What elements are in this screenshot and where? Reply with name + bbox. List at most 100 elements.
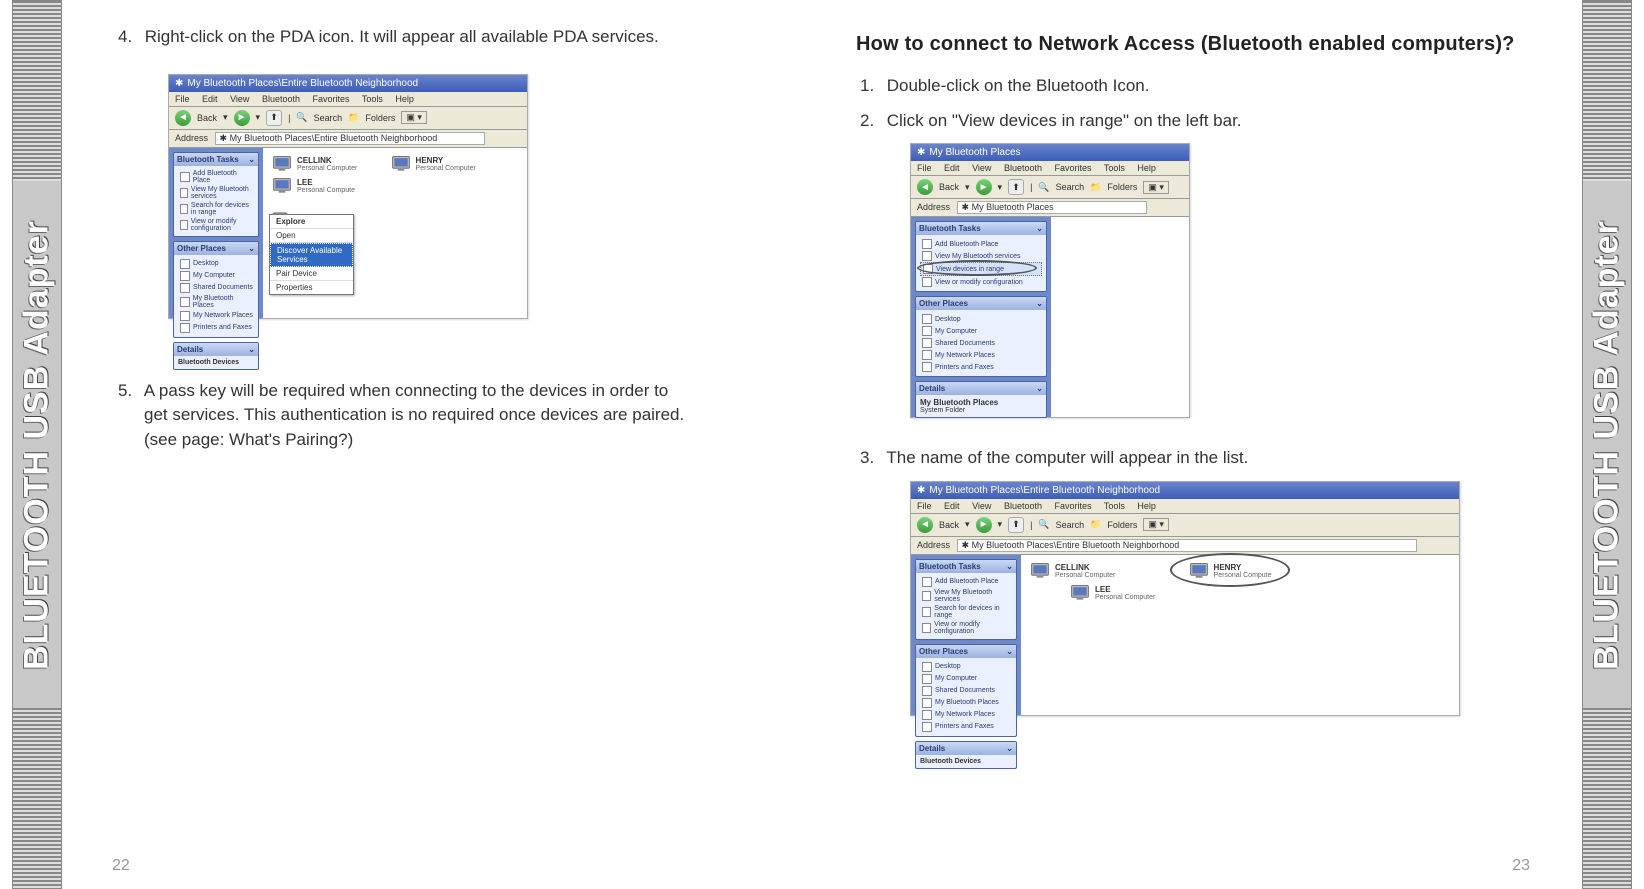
sidebar-item[interactable]: My Network Places: [920, 349, 1042, 361]
menu-view[interactable]: View: [230, 94, 249, 104]
device-item[interactable]: LEEPersonal Computer: [1069, 583, 1155, 603]
back-icon[interactable]: ◄: [917, 179, 933, 195]
window-titlebar[interactable]: ✱ My Bluetooth Places\Entire Bluetooth N…: [169, 75, 527, 92]
sidebar-item[interactable]: Printers and Faxes: [920, 361, 1042, 373]
back-icon[interactable]: ◄: [175, 110, 191, 126]
ctx-menu-item[interactable]: Open: [270, 229, 353, 243]
sidebar-item[interactable]: View My Bluetooth services: [920, 588, 1012, 604]
menubar[interactable]: File Edit View Bluetooth Favorites Tools…: [911, 161, 1189, 176]
address-bar[interactable]: Address ✱ My Bluetooth Places: [911, 199, 1189, 217]
menu-tools[interactable]: Tools: [1104, 163, 1125, 173]
sidebar-item[interactable]: Search for devices in range: [178, 201, 254, 217]
menu-favorites[interactable]: Favorites: [312, 94, 349, 104]
sidebar-item[interactable]: Desktop: [920, 661, 1012, 673]
back-label[interactable]: Back: [939, 182, 959, 192]
ctx-menu-item[interactable]: Discover Available Services: [270, 243, 353, 267]
back-label[interactable]: Back: [197, 113, 217, 123]
address-bar[interactable]: Address ✱ My Bluetooth Places\Entire Blu…: [911, 537, 1459, 555]
ctx-menu-item[interactable]: Pair Device: [270, 267, 353, 281]
menubar[interactable]: File Edit View Bluetooth Favorites Tools…: [911, 499, 1459, 514]
menu-tools[interactable]: Tools: [1104, 501, 1125, 511]
back-label[interactable]: Back: [939, 520, 959, 530]
folders-label[interactable]: Folders: [365, 113, 395, 123]
folders-label[interactable]: Folders: [1107, 520, 1137, 530]
device-item[interactable]: CELLINKPersonal Computer: [1029, 561, 1115, 581]
menu-view[interactable]: View: [972, 501, 991, 511]
views-button[interactable]: ▣ ▾: [1143, 518, 1169, 531]
device-item[interactable]: CELLINKPersonal Computer: [271, 154, 357, 174]
sidebar-item[interactable]: My Computer: [920, 325, 1042, 337]
chevron-icon[interactable]: ⌄: [1006, 744, 1013, 753]
sidebar-item[interactable]: Printers and Faxes: [178, 322, 254, 334]
chevron-icon[interactable]: ⌄: [248, 345, 255, 354]
chevron-icon[interactable]: ⌄: [1036, 384, 1043, 393]
forward-icon[interactable]: ►: [976, 179, 992, 195]
sidebar-item[interactable]: My Bluetooth Places: [178, 294, 254, 310]
sidebar-item[interactable]: My Bluetooth Places: [920, 697, 1012, 709]
folders-icon[interactable]: 📁: [1090, 519, 1101, 530]
search-icon[interactable]: 🔍: [296, 112, 307, 123]
sidebar-item[interactable]: Add Bluetooth Place: [178, 169, 254, 185]
folders-icon[interactable]: 📁: [1090, 182, 1101, 193]
menu-file[interactable]: File: [175, 94, 190, 104]
up-icon[interactable]: ⬆: [1008, 179, 1024, 195]
sidebar-item-view-devices[interactable]: View devices in range: [920, 262, 1042, 276]
context-menu[interactable]: Explore Open Discover Available Services…: [269, 214, 354, 295]
address-field[interactable]: ✱ My Bluetooth Places\Entire Bluetooth N…: [957, 539, 1417, 552]
sidebar-item[interactable]: View or modify configuration: [920, 276, 1042, 288]
folders-icon[interactable]: 📁: [348, 112, 359, 123]
sidebar-item[interactable]: View or modify configuration: [920, 620, 1012, 636]
forward-icon[interactable]: ►: [234, 110, 250, 126]
content-pane[interactable]: CELLINKPersonal Computer HENRYPersonal C…: [263, 148, 527, 318]
ctx-menu-item[interactable]: Properties: [270, 281, 353, 294]
menu-favorites[interactable]: Favorites: [1054, 163, 1091, 173]
sidebar-item[interactable]: Search for devices in range: [920, 604, 1012, 620]
search-label[interactable]: Search: [314, 113, 343, 123]
ctx-menu-item[interactable]: Explore: [270, 215, 353, 229]
content-pane[interactable]: CELLINKPersonal Computer HENRYPersonal C…: [1021, 555, 1459, 715]
menubar[interactable]: File Edit View Bluetooth Favorites Tools…: [169, 92, 527, 107]
sidebar-item[interactable]: Shared Documents: [920, 337, 1042, 349]
sidebar-item[interactable]: Printers and Faxes: [920, 721, 1012, 733]
sidebar-item[interactable]: My Computer: [920, 673, 1012, 685]
sidebar-item[interactable]: Desktop: [178, 258, 254, 270]
menu-help[interactable]: Help: [1137, 163, 1156, 173]
menu-edit[interactable]: Edit: [944, 501, 960, 511]
chevron-icon[interactable]: ⌄: [1036, 299, 1043, 308]
menu-tools[interactable]: Tools: [362, 94, 383, 104]
chevron-icon[interactable]: ⌄: [248, 244, 255, 253]
menu-file[interactable]: File: [917, 163, 932, 173]
views-button[interactable]: ▣ ▾: [1143, 181, 1169, 194]
sidebar-item[interactable]: Add Bluetooth Place: [920, 238, 1042, 250]
menu-edit[interactable]: Edit: [944, 163, 960, 173]
sidebar-item[interactable]: My Network Places: [920, 709, 1012, 721]
menu-bluetooth[interactable]: Bluetooth: [1004, 163, 1042, 173]
menu-help[interactable]: Help: [1137, 501, 1156, 511]
menu-edit[interactable]: Edit: [202, 94, 218, 104]
menu-file[interactable]: File: [917, 501, 932, 511]
sidebar-item[interactable]: View My Bluetooth services: [178, 185, 254, 201]
menu-favorites[interactable]: Favorites: [1054, 501, 1091, 511]
device-item-highlighted[interactable]: HENRYPersonal Compute: [1188, 561, 1272, 581]
search-label[interactable]: Search: [1056, 520, 1085, 530]
sidebar-item[interactable]: My Computer: [178, 270, 254, 282]
address-field[interactable]: ✱ My Bluetooth Places\Entire Bluetooth N…: [215, 132, 485, 145]
chevron-icon[interactable]: ⌄: [1006, 647, 1013, 656]
chevron-icon[interactable]: ⌄: [248, 155, 255, 164]
views-button[interactable]: ▣ ▾: [401, 111, 427, 124]
window-titlebar[interactable]: ✱ My Bluetooth Places: [911, 144, 1189, 161]
menu-bluetooth[interactable]: Bluetooth: [262, 94, 300, 104]
window-titlebar[interactable]: ✱ My Bluetooth Places\Entire Bluetooth N…: [911, 482, 1459, 499]
search-icon[interactable]: 🔍: [1038, 519, 1049, 530]
chevron-icon[interactable]: ⌄: [1036, 224, 1043, 233]
back-icon[interactable]: ◄: [917, 517, 933, 533]
address-bar[interactable]: Address ✱ My Bluetooth Places\Entire Blu…: [169, 130, 527, 148]
menu-bluetooth[interactable]: Bluetooth: [1004, 501, 1042, 511]
content-pane[interactable]: [1051, 217, 1189, 417]
search-label[interactable]: Search: [1056, 182, 1085, 192]
up-icon[interactable]: ⬆: [266, 110, 282, 126]
device-item[interactable]: LEEPersonal Compute: [271, 176, 355, 196]
up-icon[interactable]: ⬆: [1008, 517, 1024, 533]
sidebar-item[interactable]: Shared Documents: [178, 282, 254, 294]
folders-label[interactable]: Folders: [1107, 182, 1137, 192]
